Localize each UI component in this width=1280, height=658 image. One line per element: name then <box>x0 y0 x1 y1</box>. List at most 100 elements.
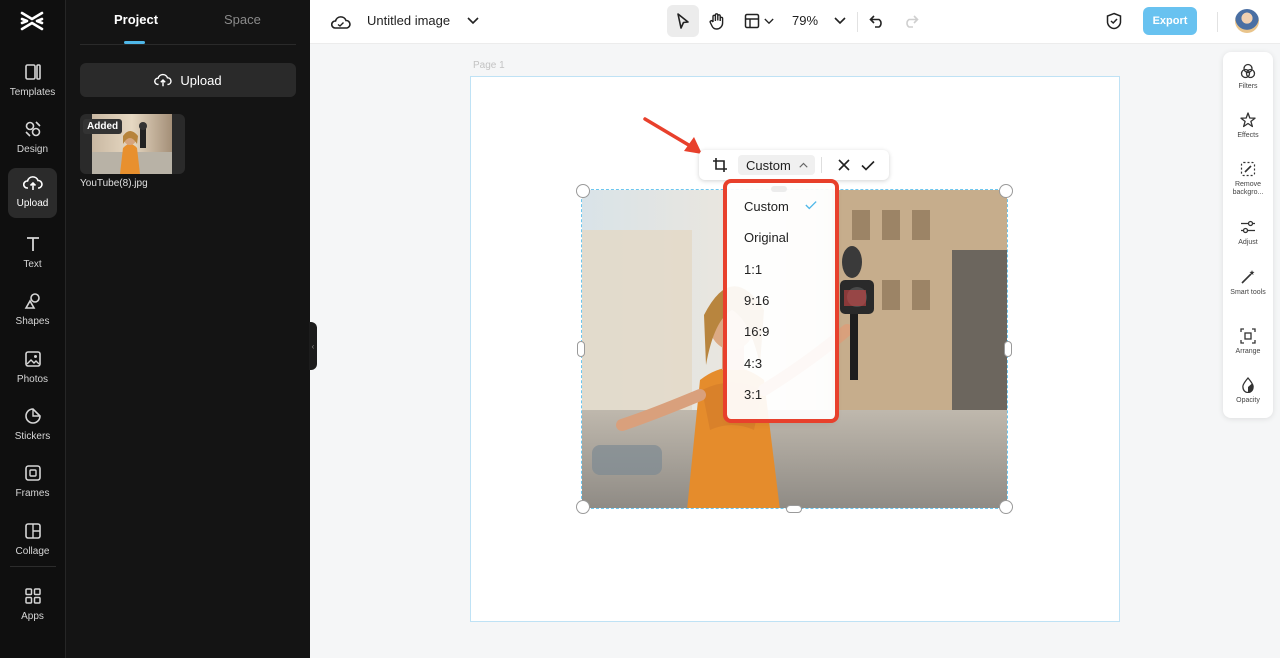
apps-icon <box>23 586 43 606</box>
tool-arrange[interactable]: Arrange <box>1223 328 1273 356</box>
rail-item-frames[interactable]: Frames <box>8 458 57 508</box>
dropdown-grip <box>771 186 787 192</box>
page-label: Page 1 <box>473 60 505 71</box>
tool-remove-background[interactable]: Remove backgro... <box>1223 161 1273 197</box>
adjust-icon <box>1241 220 1255 234</box>
resize-handle-bottom-right[interactable] <box>999 500 1013 514</box>
rail-item-label: Stickers <box>14 431 51 442</box>
toolbar-divider <box>1217 12 1218 32</box>
rail-item-stickers[interactable]: Stickers <box>8 401 57 451</box>
hand-icon <box>709 13 724 30</box>
rail-item-shapes[interactable]: Shapes <box>8 286 57 336</box>
rail-item-text[interactable]: Text <box>8 229 57 279</box>
arrange-icon <box>1240 328 1256 344</box>
zoom-chevron-icon[interactable] <box>831 12 849 30</box>
cursor-icon <box>677 13 689 29</box>
resize-handle-left[interactable] <box>577 341 585 357</box>
tab-space[interactable]: Space <box>224 12 261 27</box>
rail-item-apps[interactable]: Apps <box>8 581 57 631</box>
rail-item-templates[interactable]: Templates <box>8 57 57 107</box>
check-icon <box>805 201 817 210</box>
aspect-ratio-dropdown: Custom Original 1:1 9:16 16:9 4:3 3:1 <box>727 183 835 420</box>
ratio-option-custom[interactable]: Custom <box>744 199 789 214</box>
effects-icon <box>1240 112 1256 128</box>
rail-item-label: Collage <box>15 546 50 557</box>
tool-smart-tools[interactable]: Smart tools <box>1223 269 1273 297</box>
file-name: YouTube(8).jpg <box>80 178 148 189</box>
hand-tool-button[interactable] <box>706 10 728 32</box>
tool-effects[interactable]: Effects <box>1223 112 1273 140</box>
aspect-ratio-select[interactable]: Custom <box>738 155 815 175</box>
left-rail: Templates Design Upload Text Shapes Phot… <box>0 0 66 658</box>
rail-item-label: Shapes <box>15 316 50 327</box>
text-icon <box>23 234 43 254</box>
rail-item-design[interactable]: Design <box>8 114 57 164</box>
confirm-crop-icon[interactable] <box>859 156 877 174</box>
tool-adjust[interactable]: Adjust <box>1223 219 1273 247</box>
crop-divider <box>821 157 822 173</box>
rail-item-collage[interactable]: Collage <box>8 516 57 566</box>
shield-icon[interactable] <box>1103 10 1125 32</box>
collapse-panel-handle[interactable]: ‹ <box>309 322 317 370</box>
chevron-down-icon[interactable] <box>464 12 482 30</box>
upload-button-label: Upload <box>180 72 222 88</box>
upload-button[interactable]: Upload <box>80 63 296 97</box>
undo-icon[interactable] <box>866 10 888 32</box>
rail-item-label: Apps <box>21 611 44 622</box>
photos-icon <box>23 349 43 369</box>
export-button[interactable]: Export <box>1143 7 1197 35</box>
ratio-option-3-1[interactable]: 3:1 <box>744 387 762 402</box>
tool-label: Filters <box>1238 83 1258 90</box>
redo-icon[interactable] <box>900 10 922 32</box>
rail-item-label: Design <box>16 144 49 155</box>
panel-tabs: Project Space <box>80 0 296 45</box>
rail-item-label: Photos <box>16 374 49 385</box>
ratio-option-9-16[interactable]: 9:16 <box>744 293 769 308</box>
tool-filters[interactable]: Filters <box>1223 63 1273 91</box>
tool-label: Arrange <box>1235 348 1261 355</box>
document-title[interactable]: Untitled image <box>367 13 450 28</box>
cancel-crop-icon[interactable] <box>835 156 853 174</box>
chevron-up-icon <box>799 162 808 168</box>
right-tools-rail: Filters Effects Remove backgro... Adjust… <box>1223 52 1273 418</box>
resize-handle-top-right[interactable] <box>999 184 1013 198</box>
opacity-icon <box>1242 377 1254 393</box>
tab-project[interactable]: Project <box>114 12 158 27</box>
layout-menu-button[interactable] <box>742 11 776 31</box>
design-icon <box>23 119 43 139</box>
zoom-level[interactable]: 79% <box>792 13 818 28</box>
select-tool-button[interactable] <box>667 5 699 37</box>
chevron-down-icon <box>764 18 774 24</box>
tool-label: Effects <box>1237 132 1259 139</box>
capcut-logo[interactable] <box>19 9 45 33</box>
crop-toolbar: Custom <box>699 150 889 180</box>
upload-cloud-icon <box>22 173 43 193</box>
active-tab-indicator <box>124 41 145 44</box>
resize-handle-bottom-left[interactable] <box>576 500 590 514</box>
ratio-option-original[interactable]: Original <box>744 230 789 245</box>
tool-label: Remove backgro... <box>1232 181 1264 196</box>
frames-icon <box>23 463 43 483</box>
remove-background-icon <box>1240 161 1256 177</box>
resize-handle-right[interactable] <box>1004 341 1012 357</box>
tool-opacity[interactable]: Opacity <box>1223 377 1273 405</box>
cloud-sync-icon[interactable] <box>330 11 352 33</box>
resize-handle-top-left[interactable] <box>576 184 590 198</box>
upload-cloud-icon <box>154 73 173 87</box>
filters-icon <box>1240 63 1256 79</box>
rail-item-upload[interactable]: Upload <box>8 168 57 218</box>
uploaded-file-thumbnail[interactable]: Added <box>80 114 185 174</box>
rail-item-photos[interactable]: Photos <box>8 344 57 394</box>
ratio-option-1-1[interactable]: 1:1 <box>744 262 762 277</box>
resize-handle-bottom[interactable] <box>786 505 802 513</box>
annotation-arrow <box>643 117 702 154</box>
shapes-icon <box>23 291 43 311</box>
tool-label: Smart tools <box>1230 289 1266 296</box>
crop-icon[interactable] <box>711 156 729 174</box>
top-toolbar: Untitled image 79% Export <box>310 0 1280 44</box>
assets-panel: Project Space Upload Added YouTube(8).jp… <box>66 0 310 658</box>
tool-label: Opacity <box>1236 397 1260 404</box>
ratio-option-16-9[interactable]: 16:9 <box>744 324 769 339</box>
avatar[interactable] <box>1235 9 1259 33</box>
ratio-option-4-3[interactable]: 4:3 <box>744 356 762 371</box>
